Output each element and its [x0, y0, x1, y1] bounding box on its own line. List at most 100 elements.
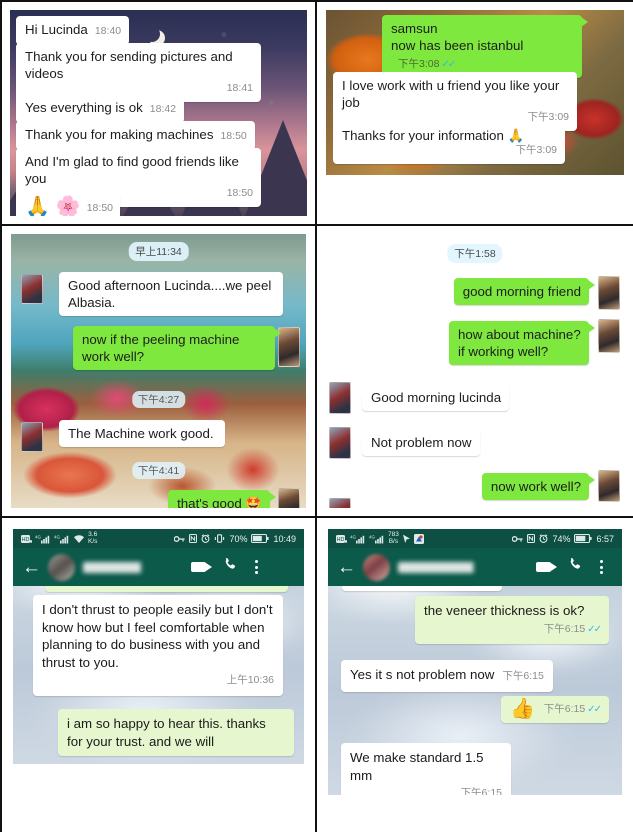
- svg-text:4G: 4G: [35, 534, 41, 539]
- panel-resort-chat: 早上11:34 Good afternoon Lucinda....we pee…: [0, 226, 317, 518]
- message-time: 下午6:15: [502, 670, 544, 682]
- message-bubble[interactable]: Not problem now: [356, 429, 480, 456]
- date-divider: 下午1:58: [447, 244, 503, 263]
- message-text: Hi Lucinda: [25, 22, 88, 37]
- message-text: now work well?: [490, 479, 581, 494]
- message-bubble[interactable]: good morning friend: [453, 278, 596, 305]
- app-icon: [413, 533, 424, 544]
- avatar[interactable]: [329, 427, 351, 459]
- message-time: 18:50: [86, 202, 113, 214]
- message-text: And I'm glad to find good friends like y…: [25, 154, 239, 186]
- contact-avatar[interactable]: [363, 553, 390, 581]
- alarm-icon: [539, 534, 548, 543]
- message-bubble[interactable]: how about machine? if working well?: [449, 321, 595, 365]
- time-chip: 下午4:41: [131, 462, 186, 479]
- message-bubble-emoji[interactable]: 👍 下午6:15 ✓✓: [501, 696, 609, 723]
- signal-bars-2-icon: 4G: [54, 534, 70, 544]
- moon-icon: [144, 26, 160, 42]
- hd-icon: HD: [21, 534, 32, 543]
- chat-messages: the veneer thickness is ok? 下午6:15 ✓✓ Yes…: [328, 586, 622, 795]
- back-arrow-icon[interactable]: ←: [22, 558, 41, 577]
- message-bubble[interactable]: that's good 🤩: [168, 490, 276, 508]
- video-call-icon[interactable]: [191, 562, 212, 572]
- message-bubble[interactable]: Yes it s not problem now 下午6:15: [341, 660, 553, 692]
- battery-percent: 70%: [229, 533, 248, 544]
- message-text: I don't thrust to people easily but I do…: [42, 602, 273, 670]
- avatar[interactable]: [598, 276, 620, 310]
- message-bubble[interactable]: now if the peeling machine work well?: [73, 326, 281, 370]
- message-text: Thank you for making machines: [25, 127, 214, 142]
- message-bubble[interactable]: Thank you for making machines 18:50: [16, 121, 255, 150]
- vibrate-icon: [214, 534, 225, 543]
- message-bubble[interactable]: Good morning lucinda: [355, 384, 510, 411]
- clock: 6:57: [596, 533, 614, 544]
- avatar[interactable]: [278, 488, 300, 508]
- status-bar: HD 4G 4G 3.6 K/s 70% 10:49: [13, 529, 304, 548]
- hd-icon: HD: [336, 534, 347, 543]
- message-bubble[interactable]: We make standard 1.5 mm 下午6:15: [341, 743, 511, 795]
- message-bubble[interactable]: i am so happy to hear this. thanks for y…: [58, 709, 294, 756]
- network-speed: 3.6 K/s: [88, 531, 98, 545]
- network-speed: 783 B/s: [388, 531, 399, 545]
- panel-night-chat: 华 · 巴纳德的堕落》 Hi Lucinda18:40 Thank you fo…: [0, 0, 317, 226]
- back-arrow-icon[interactable]: ←: [337, 558, 356, 577]
- message-text: Yes everything is ok: [25, 100, 143, 115]
- message-bubble[interactable]: The Machine work good.: [59, 420, 225, 447]
- message-bubble-emoji[interactable]: 🙏 🌸 18:50: [16, 192, 120, 216]
- overflow-menu-icon[interactable]: [255, 560, 258, 574]
- message-time: 下午3:08: [398, 58, 440, 70]
- avatar[interactable]: [329, 498, 351, 508]
- read-receipt-icon: ✓✓: [587, 704, 602, 715]
- contact-avatar[interactable]: [48, 553, 75, 581]
- key-icon: [174, 535, 186, 543]
- panel-food-chat: samsun now has been istanbul 下午3:08 ✓✓ I l…: [317, 0, 633, 226]
- message-text: that's good 🤩: [177, 496, 262, 508]
- chat-background-food: samsun now has been istanbul 下午3:08 ✓✓ I l…: [326, 10, 624, 175]
- battery-icon: [574, 534, 593, 543]
- nfc-icon: [189, 534, 198, 543]
- signal-bars-1-icon: 4G: [35, 534, 51, 544]
- date-divider: 早上11:34: [128, 242, 189, 261]
- avatar[interactable]: [598, 470, 620, 502]
- status-bar: HD 4G 4G 783 B/s 74% 6:57: [328, 529, 622, 548]
- alarm-icon: [201, 534, 210, 543]
- message-bubble[interactable]: Hi Lucinda 18:40: [16, 16, 130, 45]
- message-bubble[interactable]: Thanks for your information 🙏 下午3:09: [333, 122, 565, 164]
- phone-call-icon[interactable]: [223, 557, 238, 577]
- message-bubble[interactable]: Good afternoon Lucinda....we peel Albasi…: [59, 272, 283, 316]
- chat-messages: I don't thrust to people easily but I do…: [13, 586, 304, 764]
- message-bubble[interactable]: I don't thrust to people easily but I do…: [33, 595, 283, 696]
- message-bubble[interactable]: Yes everything is ok 18:42: [16, 94, 185, 123]
- chat-background-night: 华 · 巴纳德的堕落》 Hi Lucinda18:40 Thank you fo…: [10, 10, 307, 216]
- message-time: 18:42: [149, 103, 177, 115]
- message-text: Yes it s not problem now: [350, 667, 495, 682]
- battery-percent: 74%: [552, 533, 571, 544]
- video-call-icon[interactable]: [536, 562, 557, 572]
- message-text: Thanks for your information 🙏: [342, 128, 525, 143]
- chat-background-resort: 早上11:34 Good afternoon Lucinda....we pee…: [11, 234, 306, 508]
- contact-name-redacted: [398, 561, 528, 573]
- read-receipt-icon: ✓✓: [587, 623, 602, 635]
- phone-call-icon[interactable]: [568, 557, 583, 577]
- message-text: The Machine work good.: [68, 426, 214, 441]
- overflow-menu-icon[interactable]: [600, 560, 603, 574]
- message-bubble[interactable]: now work well?: [481, 473, 596, 500]
- avatar[interactable]: [21, 422, 43, 452]
- message-bubble[interactable]: the veneer thickness is ok? 下午6:15 ✓✓: [415, 596, 609, 644]
- chat-app-bar: ←: [13, 548, 304, 586]
- avatar[interactable]: [278, 327, 300, 367]
- message-bubble[interactable]: samsun now has been istanbul 下午3:08 ✓✓: [382, 15, 588, 78]
- message-time: 下午6:15: [543, 622, 586, 635]
- time-chip: 下午4:27: [131, 391, 186, 408]
- message-bubble-partial[interactable]: [342, 586, 502, 591]
- avatar[interactable]: [598, 319, 620, 353]
- avatar[interactable]: [21, 274, 43, 304]
- signal-bars-2-icon: 4G: [369, 534, 385, 544]
- nfc-icon: [527, 534, 536, 543]
- message-time: 下午3:09: [515, 144, 557, 156]
- message-bubble[interactable]: Yes: [356, 502, 401, 508]
- message-bubble-partial[interactable]: [45, 586, 288, 592]
- panel-phone-trust: HD 4G 4G 3.6 K/s 70% 10:49 ← I don't thr…: [0, 518, 317, 832]
- avatar[interactable]: [329, 382, 351, 414]
- pointer-icon: [402, 534, 411, 544]
